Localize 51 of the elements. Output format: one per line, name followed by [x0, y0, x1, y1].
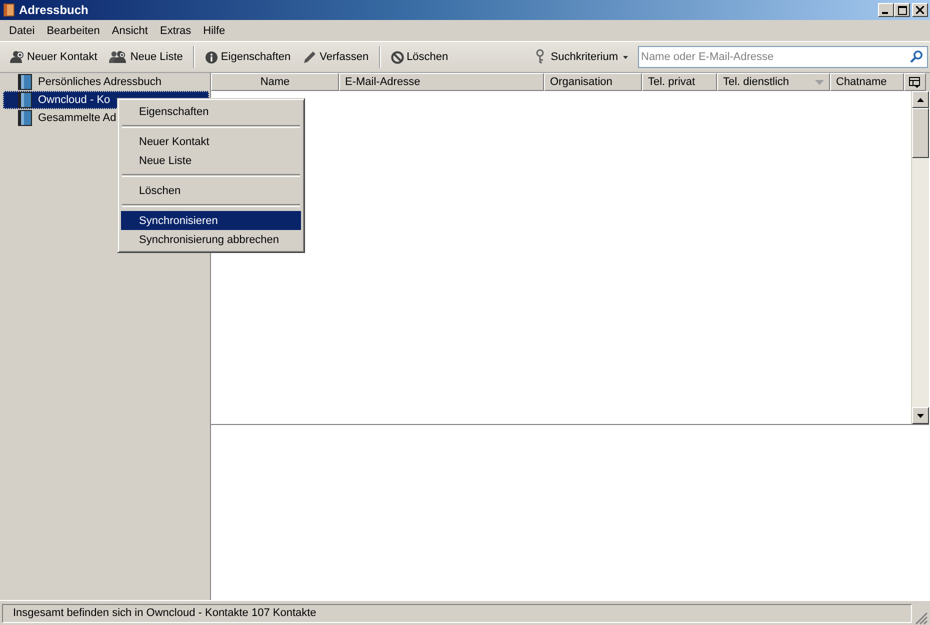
new-list-button[interactable]: Neue Liste — [103, 45, 189, 69]
app-icon — [3, 3, 15, 17]
maximize-icon — [898, 6, 906, 14]
book-icon — [18, 110, 32, 126]
pencil-icon — [302, 50, 317, 64]
column-picker-button[interactable] — [904, 73, 926, 91]
menu-item[interactable]: Hilfe — [197, 22, 232, 38]
up-arrow-icon — [917, 98, 924, 102]
window-title: Adressbuch — [19, 3, 90, 17]
scroll-up-button[interactable] — [912, 91, 929, 108]
properties-button[interactable]: Eigenschaften — [198, 45, 297, 69]
info-icon — [204, 50, 218, 64]
column-header[interactable]: Organisation — [544, 73, 642, 91]
address-book-item[interactable]: Persönliches Adressbuch — [3, 73, 209, 91]
down-arrow-icon — [917, 414, 924, 418]
book-icon — [18, 74, 32, 90]
minimize-button[interactable] — [878, 3, 894, 17]
context-menu-item[interactable]: Neue Liste — [121, 151, 301, 170]
delete-button[interactable]: Löschen — [384, 45, 454, 69]
maximize-button[interactable] — [894, 3, 910, 17]
book-icon — [18, 92, 32, 108]
new-contact-button[interactable]: Neuer Kontakt — [4, 45, 104, 69]
menu-item[interactable]: Bearbeiten — [40, 22, 106, 38]
close-button[interactable] — [912, 3, 928, 17]
person-plus-icon — [10, 50, 24, 64]
menu-item[interactable]: Extras — [154, 22, 198, 38]
people-plus-icon — [109, 50, 128, 64]
column-header[interactable]: E-Mail-Adresse — [339, 73, 544, 91]
no-entry-icon — [390, 50, 404, 64]
scrollbar-thumb[interactable] — [912, 108, 929, 158]
context-menu-item[interactable]: Synchronisieren — [121, 211, 301, 230]
search-icon[interactable] — [910, 50, 923, 63]
resize-grip-icon[interactable] — [914, 611, 928, 625]
status-text: Insgesamt befinden sich in Owncloud - Kontakte 107 Kontakte — [2, 604, 912, 622]
column-header[interactable]: Name — [211, 73, 339, 91]
menu-item[interactable]: Ansicht — [106, 22, 154, 38]
column-header[interactable]: Tel. privat — [642, 73, 717, 91]
column-header[interactable]: Tel. dienstlich — [717, 73, 830, 91]
search-criteria-button[interactable]: Suchkriterium — [530, 45, 634, 69]
context-menu-item[interactable]: Neuer Kontakt — [121, 132, 301, 151]
column-header[interactable]: Chatname — [830, 73, 904, 91]
column-picker-icon — [909, 76, 920, 88]
scroll-down-button[interactable] — [912, 407, 929, 424]
menu-item[interactable]: Datei — [3, 22, 41, 38]
search-field[interactable]: Name oder E-Mail-Adresse — [638, 46, 928, 68]
key-icon — [536, 49, 546, 65]
close-icon — [916, 6, 924, 14]
compose-button[interactable]: Verfassen — [296, 45, 375, 69]
context-menu-item[interactable]: Löschen — [121, 181, 301, 200]
context-menu-item[interactable]: Synchronisierung abbrechen — [121, 230, 301, 249]
dropdown-caret-icon — [623, 56, 628, 58]
